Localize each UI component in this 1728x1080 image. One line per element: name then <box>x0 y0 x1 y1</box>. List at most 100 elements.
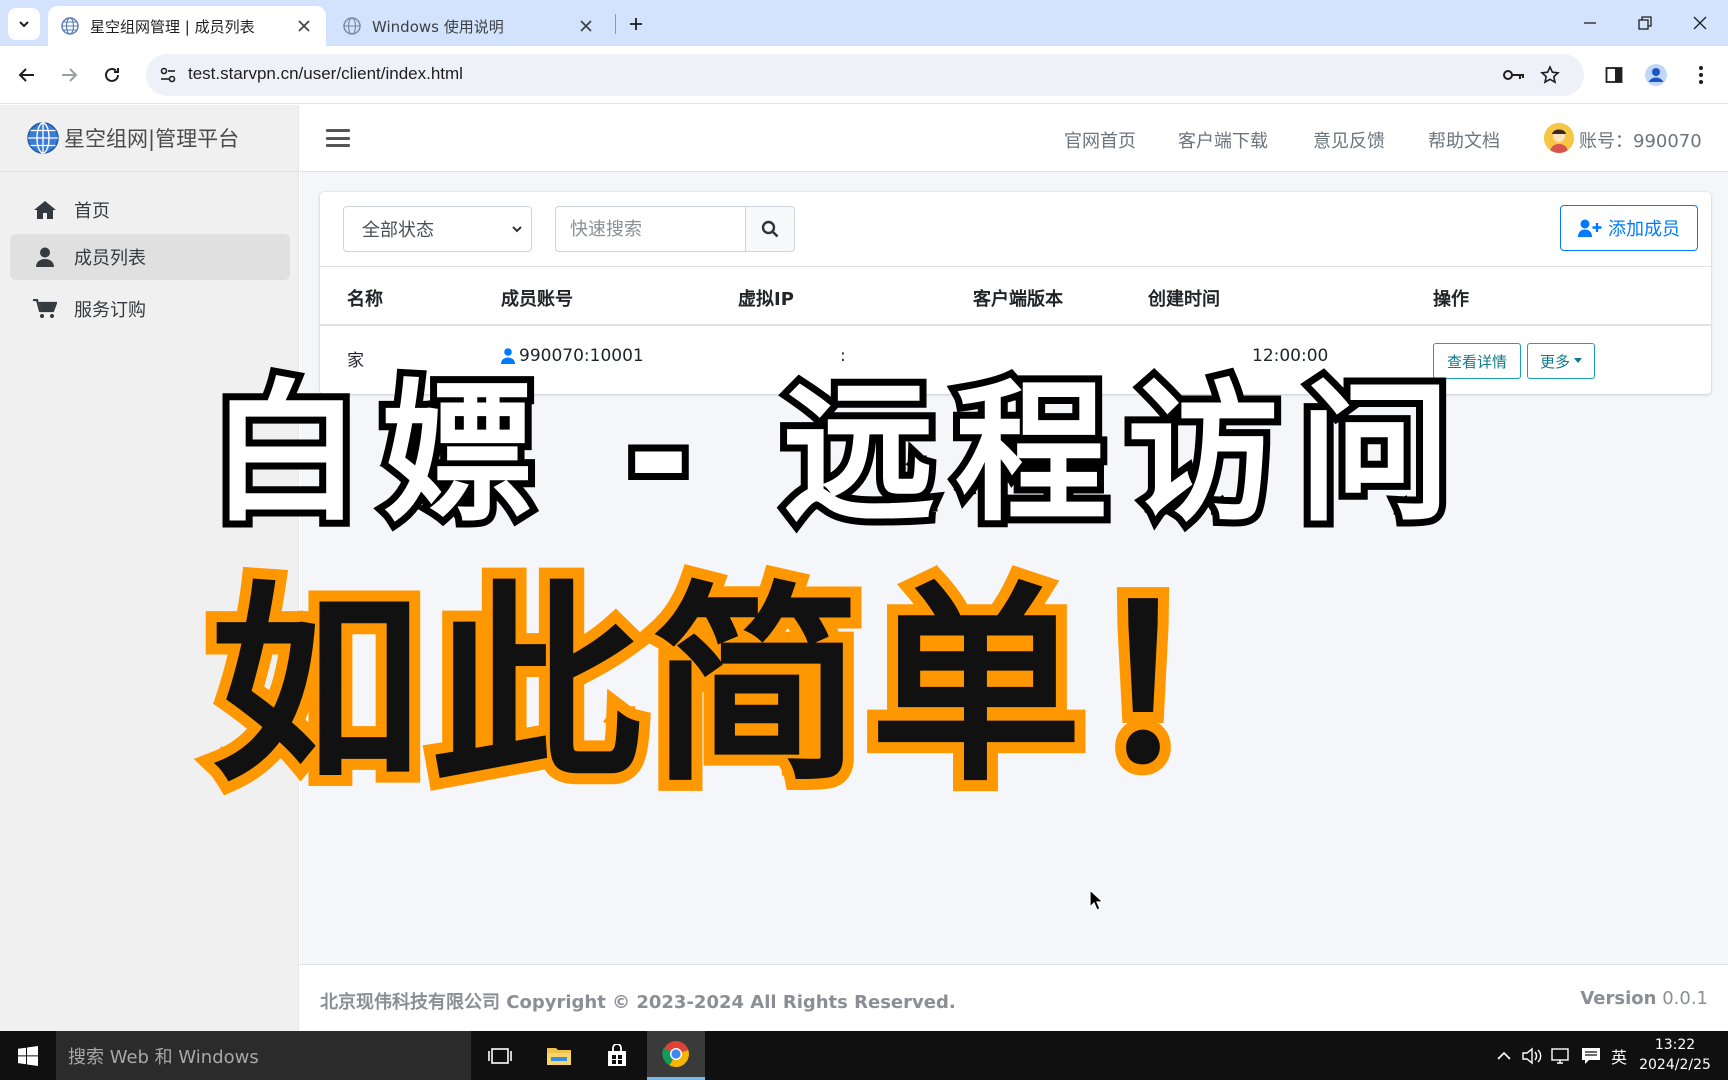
more-vertical-icon <box>1699 66 1703 84</box>
member-virtual-ip: : <box>840 346 846 366</box>
clock[interactable]: 13:22 2024/2/25 <box>1630 1035 1720 1075</box>
site-settings-icon[interactable] <box>156 63 180 87</box>
version-label: Version <box>1580 988 1657 1009</box>
start-button[interactable] <box>0 1031 56 1080</box>
taskbar: 搜索 Web 和 Windows 英 13:22 2024/2/25 <box>0 1031 1728 1080</box>
chrome-icon <box>662 1041 689 1068</box>
add-member-button[interactable]: 添加成员 <box>1560 205 1698 251</box>
status-select-value: 全部状态 <box>362 220 434 241</box>
menu-button[interactable] <box>1685 59 1717 91</box>
profile-button[interactable] <box>1640 59 1672 91</box>
window-close-button[interactable] <box>1672 0 1728 46</box>
minimize-icon <box>1584 22 1596 24</box>
chevron-down-icon <box>512 226 522 233</box>
chrome-taskbar-button[interactable] <box>647 1031 705 1080</box>
tab-search-button[interactable] <box>8 8 40 40</box>
view-details-button[interactable]: 查看详情 <box>1433 343 1521 379</box>
sidebar-item-label: 服务订购 <box>74 300 146 321</box>
globe-icon <box>343 17 361 35</box>
sidebar-item-label: 首页 <box>74 201 110 222</box>
side-panel-icon <box>1605 67 1623 83</box>
sidebar-item-home[interactable]: 首页 <box>10 187 290 233</box>
column-created-time[interactable]: 创建时间 <box>1148 285 1220 311</box>
taskbar-search[interactable]: 搜索 Web 和 Windows <box>56 1031 471 1080</box>
url-text[interactable]: test.starvpn.cn/user/client/index.html <box>188 64 463 84</box>
avatar[interactable] <box>1544 123 1574 153</box>
reload-button[interactable] <box>96 59 128 91</box>
brand[interactable]: 星空组网|管理平台 <box>0 105 299 172</box>
chevron-down-icon <box>19 21 29 28</box>
column-actions: 操作 <box>1433 289 1469 310</box>
table-row: 家 990070:10001 : 12:00:00 查看详情 更多 <box>320 326 1711 390</box>
browser-toolbar: test.starvpn.cn/user/client/index.html <box>0 46 1728 104</box>
column-account[interactable]: 成员账号 <box>501 285 573 311</box>
sidebar-item-members[interactable]: 成员列表 <box>10 234 290 280</box>
home-icon <box>32 199 58 221</box>
sidebar-item-subscription[interactable]: 服务订购 <box>10 286 290 332</box>
version-number: 0.0.1 <box>1662 988 1708 1009</box>
status-select[interactable]: 全部状态 <box>343 206 532 252</box>
reload-icon <box>105 67 119 82</box>
link-feedback[interactable]: 意见反馈 <box>1313 127 1385 153</box>
restore-icon <box>1638 16 1652 30</box>
forward-button[interactable] <box>53 59 85 91</box>
speaker-icon <box>1522 1047 1542 1064</box>
more-label: 更多 <box>1539 352 1570 371</box>
close-icon <box>1693 16 1707 30</box>
globe-icon <box>61 17 79 35</box>
ime-indicator[interactable]: 英 <box>1606 1031 1632 1080</box>
network-button[interactable] <box>1548 1031 1574 1080</box>
app-header: 官网首页 客户端下载 意见反馈 帮助文档 账号：990070 <box>300 105 1728 172</box>
version: Version 0.0.1 <box>1580 988 1708 1009</box>
user-icon <box>32 246 58 268</box>
caret-down-icon <box>1574 358 1582 363</box>
link-help-docs[interactable]: 帮助文档 <box>1428 127 1500 153</box>
back-button[interactable] <box>11 59 43 91</box>
notifications-button[interactable] <box>1578 1031 1604 1080</box>
tab-title: Windows 使用说明 <box>372 17 504 36</box>
search-input[interactable] <box>555 206 746 252</box>
volume-button[interactable] <box>1520 1031 1546 1080</box>
file-explorer-button[interactable] <box>530 1031 588 1080</box>
member-list-card: 全部状态 添加成员 名称 成员账号 虚拟IP 客户端版本 创建时间 操作 家 9… <box>320 192 1711 394</box>
main-content: 全部状态 添加成员 名称 成员账号 虚拟IP 客户端版本 创建时间 操作 家 9… <box>300 172 1728 964</box>
windows-icon <box>18 1045 38 1066</box>
side-panel-button[interactable] <box>1598 59 1630 91</box>
address-bar[interactable]: test.starvpn.cn/user/client/index.html <box>146 54 1584 96</box>
link-official-site[interactable]: 官网首页 <box>1064 127 1136 153</box>
user-plus-icon <box>1578 219 1602 237</box>
footer: 北京现伟科技有限公司 Copyright © 2023-2024 All Rig… <box>300 964 1728 1031</box>
column-name[interactable]: 名称 <box>347 285 383 311</box>
close-icon[interactable] <box>576 16 596 36</box>
cart-icon <box>32 298 58 320</box>
store-button[interactable] <box>588 1031 646 1080</box>
new-tab-button[interactable] <box>622 10 650 38</box>
key-icon[interactable] <box>1502 63 1526 87</box>
network-icon <box>1551 1047 1569 1064</box>
clock-date: 2024/2/25 <box>1639 1057 1711 1073</box>
column-virtual-ip[interactable]: 虚拟IP <box>738 285 794 311</box>
minimize-button[interactable] <box>1562 0 1618 46</box>
link-client-download[interactable]: 客户端下载 <box>1178 127 1268 153</box>
profile-icon <box>1645 64 1667 86</box>
column-client-version[interactable]: 客户端版本 <box>973 285 1063 311</box>
star-icon[interactable] <box>1538 63 1562 87</box>
hamburger-menu-icon[interactable] <box>326 127 350 149</box>
close-icon[interactable] <box>294 16 314 36</box>
tray-overflow-button[interactable] <box>1492 1031 1516 1080</box>
search-button[interactable] <box>745 206 795 252</box>
chevron-up-icon <box>1497 1051 1511 1060</box>
more-dropdown-button[interactable]: 更多 <box>1527 343 1595 379</box>
account-label[interactable]: 账号：990070 <box>1579 127 1702 153</box>
plus-icon <box>630 18 642 30</box>
task-view-button[interactable] <box>471 1031 529 1080</box>
sidebar-item-label: 成员列表 <box>74 248 146 269</box>
search-icon <box>761 220 779 238</box>
tab-windows-guide[interactable]: Windows 使用说明 <box>330 6 608 46</box>
message-icon <box>1582 1047 1600 1064</box>
tab-separator <box>615 14 616 34</box>
tab-member-list[interactable]: 星空组网管理 | 成员列表 <box>48 6 326 46</box>
view-details-label: 查看详情 <box>1446 352 1507 371</box>
restore-button[interactable] <box>1617 0 1673 46</box>
company-name[interactable]: 北京现伟科技有限公司 <box>320 992 500 1013</box>
